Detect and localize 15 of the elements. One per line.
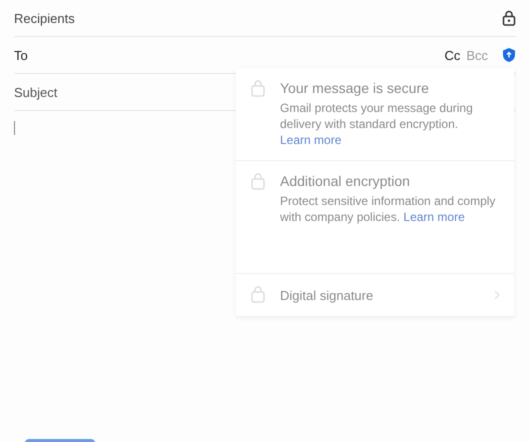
bcc-link[interactable]: Bcc	[466, 48, 488, 62]
lock-icon[interactable]	[502, 10, 516, 26]
section-description: Protect sensitive information and comply with company policies. Learn more	[280, 193, 496, 225]
learn-more-link[interactable]: Learn more	[403, 210, 465, 224]
recipients-label[interactable]: Recipients	[14, 10, 502, 26]
subject-field[interactable]: Subject	[14, 84, 214, 100]
section-description: Gmail protects your message during delivery with standard encryption. Learn more	[280, 100, 474, 148]
section-title[interactable]: Digital signature	[280, 288, 374, 302]
cc-link[interactable]: Cc	[444, 48, 460, 62]
section-title: Additional encryption	[280, 173, 411, 189]
section-title: Your message is secure	[280, 80, 430, 96]
learn-more-link[interactable]: Learn more	[280, 133, 342, 147]
chevron-icon	[494, 290, 500, 300]
lock-icon	[250, 80, 266, 98]
to-label: To	[14, 48, 29, 62]
